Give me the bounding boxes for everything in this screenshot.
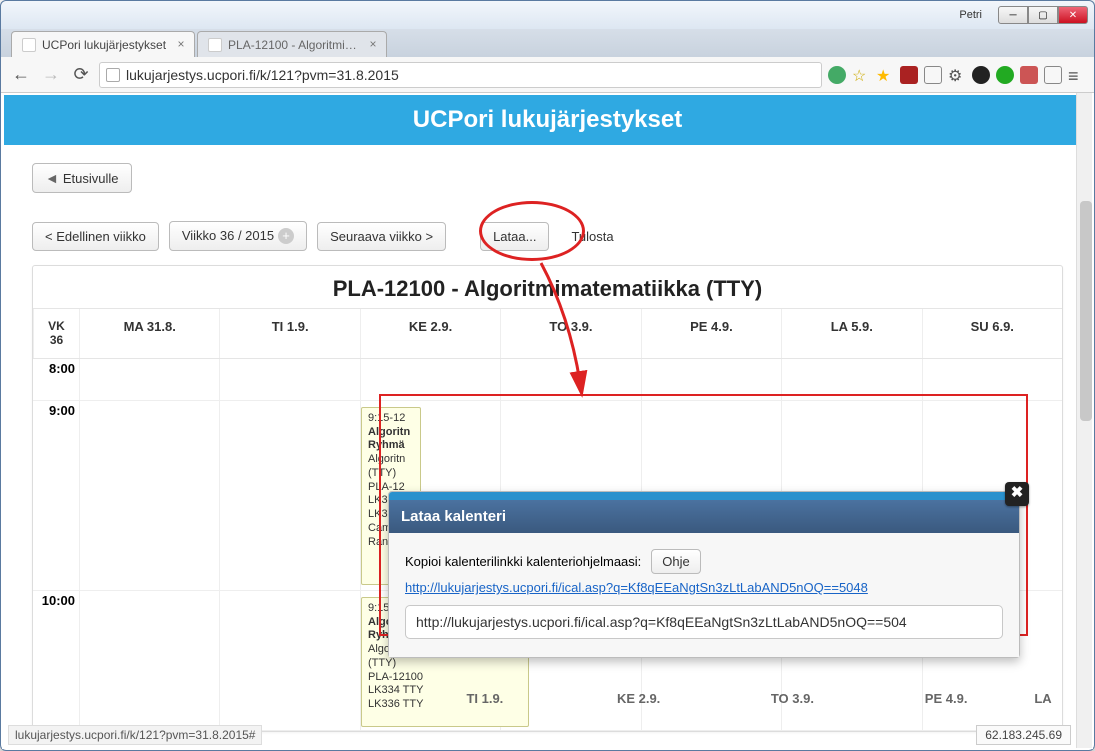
modal-instruction: Kopioi kalenterilinkki kalenteriohjelmaa… bbox=[405, 554, 641, 569]
browser-navbar: ← → ⟳ lukujarjestys.ucpori.fi/k/121?pvm=… bbox=[1, 57, 1094, 93]
nav-forward-button[interactable]: → bbox=[39, 63, 63, 87]
window-close-button[interactable]: ✕ bbox=[1058, 6, 1088, 24]
time-label: 8:00 bbox=[33, 359, 79, 401]
address-text: lukujarjestys.ucpori.fi/k/121?pvm=31.8.2… bbox=[126, 67, 399, 83]
day-header: LA 5.9. bbox=[781, 309, 921, 358]
day-header: PE 4.9. bbox=[641, 309, 781, 358]
calendar-header-row: VK 36 MA 31.8. TI 1.9. KE 2.9. TO 3.9. P… bbox=[33, 309, 1062, 359]
address-bar[interactable]: lukujarjestys.ucpori.fi/k/121?pvm=31.8.2… bbox=[99, 62, 822, 88]
plus-icon: + bbox=[278, 228, 294, 244]
globe-icon bbox=[106, 68, 120, 82]
tab-close-icon[interactable]: × bbox=[366, 38, 380, 52]
extension-icon[interactable] bbox=[996, 66, 1014, 84]
day-header: KE 2.9. bbox=[360, 309, 500, 358]
tab-title: PLA-12100 - Algoritmimat… bbox=[228, 38, 358, 52]
window-maximize-button[interactable]: ▢ bbox=[1028, 6, 1058, 24]
next-week-button[interactable]: Seuraava viikko > bbox=[317, 222, 446, 251]
extension-icon[interactable] bbox=[900, 66, 918, 84]
extension-icon[interactable] bbox=[828, 66, 846, 84]
tab-title: UCPori lukujärjestykset bbox=[42, 38, 166, 52]
extension-icon[interactable] bbox=[1020, 66, 1038, 84]
help-button[interactable]: Ohje bbox=[651, 549, 700, 574]
download-button[interactable]: Lataa... bbox=[480, 222, 549, 251]
browser-tab-active[interactable]: UCPori lukujärjestykset × bbox=[11, 31, 195, 57]
week-column-header: VK 36 bbox=[33, 309, 79, 358]
modal-title: Lataa kalenteri bbox=[401, 508, 506, 525]
window-user: Petri bbox=[959, 9, 982, 21]
browser-tab-inactive[interactable]: PLA-12100 - Algoritmimat… × bbox=[197, 31, 387, 57]
favicon-icon bbox=[22, 38, 36, 52]
modal-accent-bar bbox=[389, 492, 1019, 500]
day-header: SU 6.9. bbox=[922, 309, 1062, 358]
status-bar: lukujarjestys.ucpori.fi/k/121?pvm=31.8.2… bbox=[8, 725, 262, 745]
modal-close-button[interactable]: ✖ bbox=[1005, 482, 1029, 506]
chevron-left-icon: ◄ bbox=[45, 170, 59, 186]
menu-icon[interactable]: ≡ bbox=[1068, 66, 1086, 84]
favicon-icon bbox=[208, 38, 222, 52]
calendar-url-input[interactable] bbox=[405, 605, 1003, 639]
calendar-link[interactable]: http://lukujarjestys.ucpori.fi/ical.asp?… bbox=[405, 580, 868, 595]
browser-tabstrip: UCPori lukujärjestykset × PLA-12100 - Al… bbox=[1, 29, 1094, 57]
modal-header: Lataa kalenteri ✖ bbox=[389, 500, 1019, 533]
prev-week-button[interactable]: < Edellinen viikko bbox=[32, 222, 159, 251]
day-header: TO 3.9. bbox=[500, 309, 640, 358]
week-selector-button[interactable]: Viikko 36 / 2015+ bbox=[169, 221, 307, 251]
calendar-header-row-duplicate: TI 1.9. KE 2.9. TO 3.9. PE 4.9. LA bbox=[78, 691, 1063, 706]
star-icon[interactable]: ★ bbox=[876, 66, 894, 84]
window-titlebar: Petri ─ ▢ ✕ bbox=[1, 1, 1094, 29]
scrollbar-thumb[interactable] bbox=[1080, 201, 1092, 421]
banner-title: UCPori lukujärjestykset bbox=[413, 106, 682, 134]
home-button[interactable]: ◄Etusivulle bbox=[32, 163, 132, 193]
window-minimize-button[interactable]: ─ bbox=[998, 6, 1028, 24]
extension-icon[interactable] bbox=[924, 66, 942, 84]
page-banner: UCPori lukujärjestykset bbox=[4, 95, 1091, 145]
nav-back-button[interactable]: ← bbox=[9, 63, 33, 87]
download-modal: Lataa kalenteri ✖ Kopioi kalenterilinkki… bbox=[388, 491, 1020, 658]
time-label: 9:00 bbox=[33, 401, 79, 591]
day-header: TI 1.9. bbox=[219, 309, 359, 358]
time-label: 10:00 bbox=[33, 591, 79, 731]
nav-reload-button[interactable]: ⟳ bbox=[69, 63, 93, 87]
extension-icon[interactable] bbox=[1044, 66, 1062, 84]
day-header: MA 31.8. bbox=[79, 309, 219, 358]
extension-icons: ☆ ★ ⚙ ≡ bbox=[828, 66, 1086, 84]
time-column: 8:00 9:00 10:00 bbox=[33, 359, 79, 731]
tab-close-icon[interactable]: × bbox=[174, 38, 188, 52]
bookmark-star-icon[interactable]: ☆ bbox=[852, 66, 870, 84]
print-button[interactable]: Tulosta bbox=[559, 223, 625, 250]
calendar-title: PLA-12100 - Algoritmimatematiikka (TTY) bbox=[33, 266, 1062, 309]
extension-icon[interactable] bbox=[972, 66, 990, 84]
ip-display: 62.183.245.69 bbox=[976, 725, 1071, 745]
gear-icon[interactable]: ⚙ bbox=[948, 66, 966, 84]
